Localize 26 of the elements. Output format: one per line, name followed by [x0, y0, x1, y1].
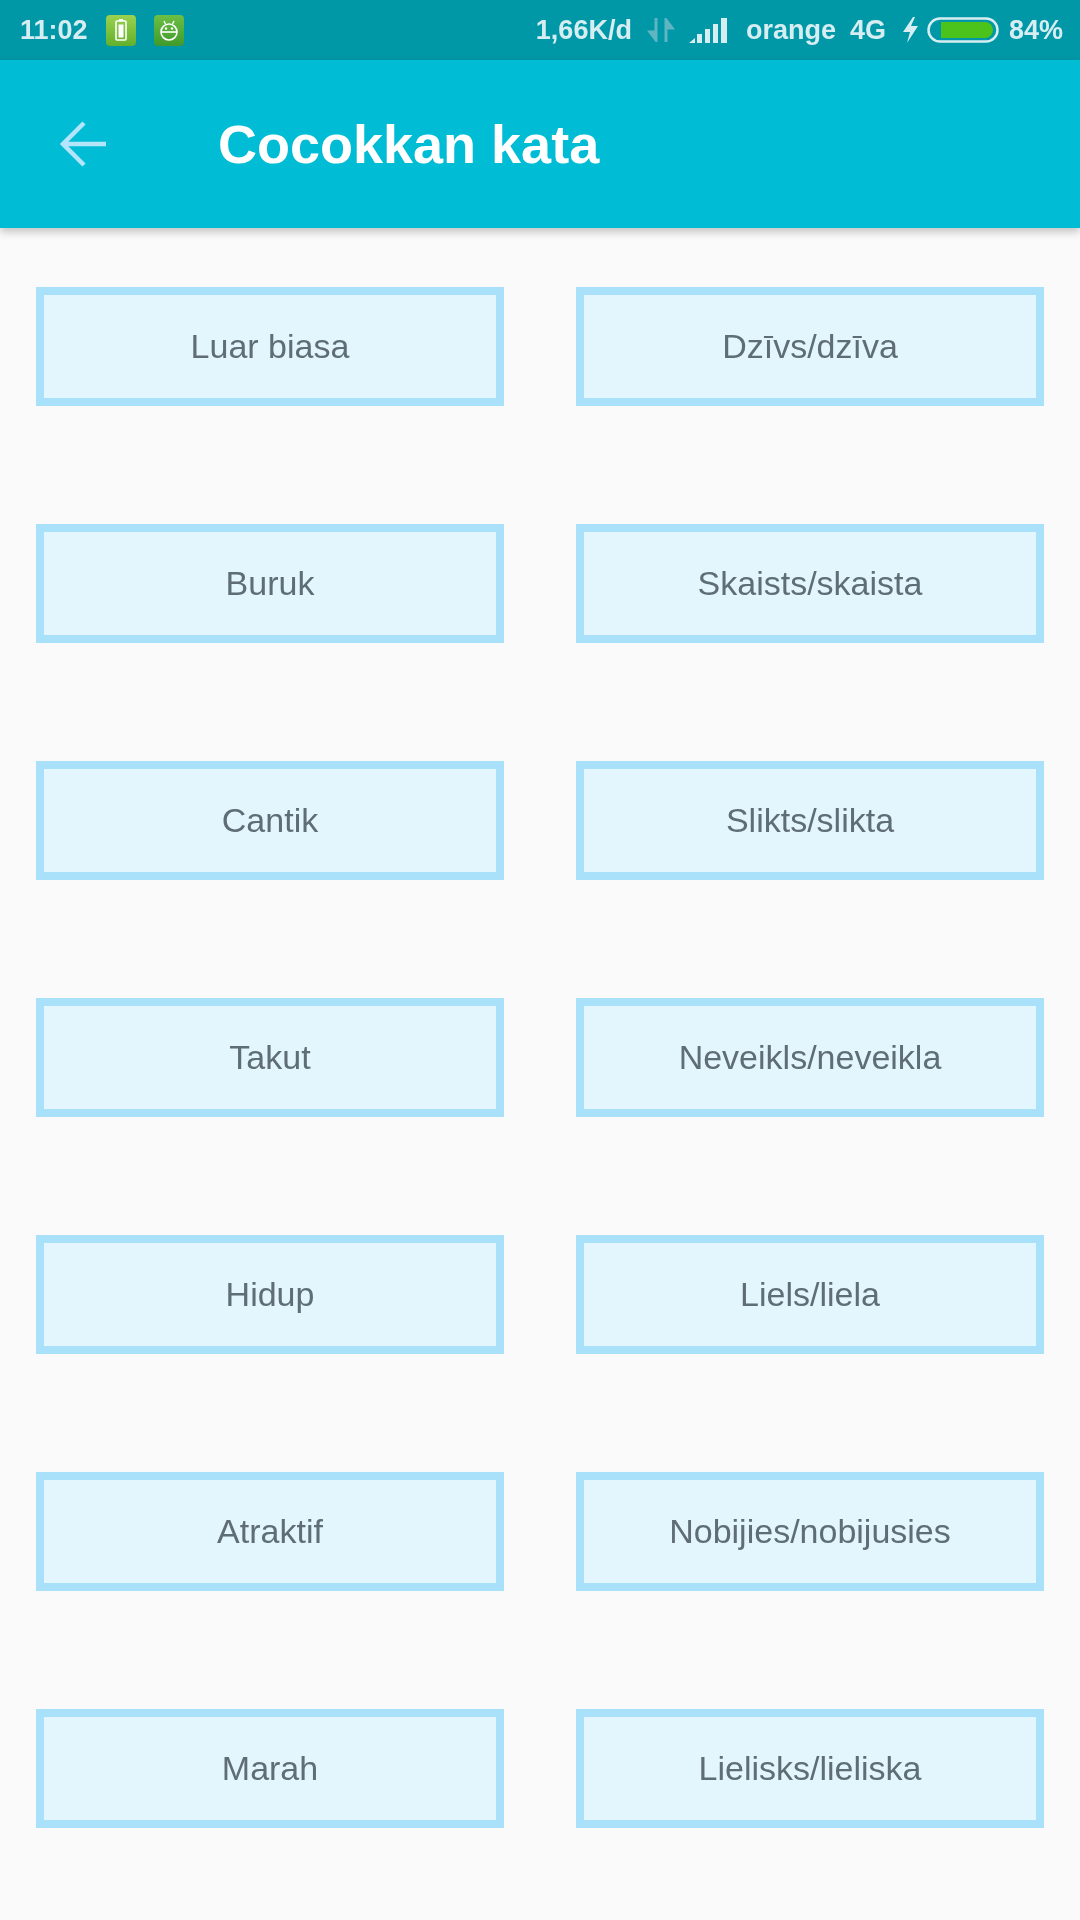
network-type: 4G	[849, 16, 886, 44]
word-card[interactable]: Neveikls/neveikla	[576, 998, 1044, 1117]
screen-title: Cocokkan kata	[218, 117, 600, 171]
battery-app-icon	[105, 14, 136, 46]
network-speed: 1,66K/d	[535, 16, 632, 44]
word-card[interactable]: Hidup	[36, 1235, 504, 1354]
word-card[interactable]: Lielisks/lieliska	[576, 1709, 1044, 1828]
battery-icon	[926, 17, 999, 43]
word-card[interactable]: Marah	[36, 1709, 504, 1828]
word-card[interactable]: Atraktif	[36, 1472, 504, 1591]
clock-time: 11:02	[20, 16, 88, 44]
back-arrow-icon[interactable]	[60, 120, 108, 168]
word-card[interactable]: Nobijies/nobijusies	[576, 1472, 1044, 1591]
word-card[interactable]: Dzīvs/dzīva	[576, 287, 1044, 406]
signal-icon	[688, 17, 727, 43]
word-card[interactable]: Skaists/skaista	[576, 524, 1044, 643]
data-arrows-icon	[646, 18, 675, 42]
battery-percent: 84%	[1008, 16, 1063, 44]
carrier-name: orange	[745, 16, 836, 44]
word-card[interactable]: Buruk	[36, 524, 504, 643]
word-card[interactable]: Cantik	[36, 761, 504, 880]
word-card[interactable]: Liels/liela	[576, 1235, 1044, 1354]
word-card[interactable]: Slikts/slikta	[576, 761, 1044, 880]
robot-app-icon	[153, 14, 184, 46]
word-card[interactable]: Takut	[36, 998, 504, 1117]
word-card[interactable]: Luar biasa	[36, 287, 504, 406]
